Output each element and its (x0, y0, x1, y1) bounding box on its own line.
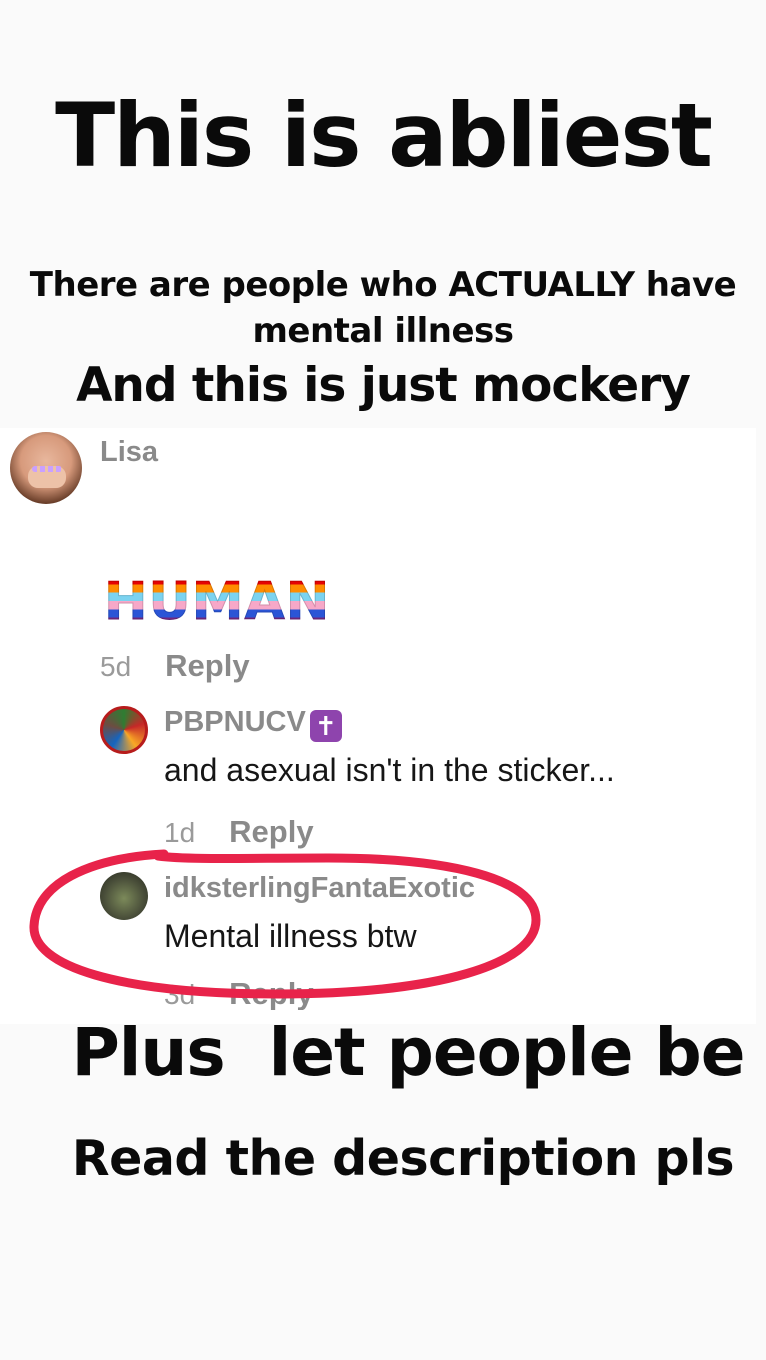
lisa-reply-button[interactable]: Reply (165, 648, 249, 684)
lisa-timestamp: 5d (100, 651, 132, 682)
pbpnucv-comment-text: and asexual isn't in the sticker... (164, 752, 615, 788)
overlay-mockery-caption: And this is just mockery (76, 358, 691, 413)
pbpnucv-username-row[interactable]: PBPNUCV ✝ (164, 706, 342, 742)
overlay-read-caption: Read the description pls (71, 1130, 735, 1187)
lisa-avatar[interactable] (10, 432, 82, 504)
pbpnucv-meta-row: 1d Reply (164, 814, 314, 850)
human-pride-sticker: HUMAN (103, 572, 331, 632)
lisa-meta-row: 5d Reply (100, 648, 250, 684)
overlay-subtitle: There are people who ACTUALLY have menta… (29, 265, 737, 351)
cross-emoji-icon: ✝ (309, 710, 342, 742)
pbpnucv-timestamp: 1d (164, 817, 196, 848)
avatar-nails-detail (32, 466, 62, 472)
pbpnucv-username: PBPNUCV (164, 706, 306, 738)
pbpnucv-avatar[interactable] (100, 706, 148, 754)
pbpnucv-reply-button[interactable]: Reply (229, 814, 313, 850)
overlay-title: This is abliest (55, 84, 713, 187)
red-circle-annotation (29, 849, 541, 999)
overlay-plus-caption: Plus let people be (71, 1014, 745, 1091)
lisa-username[interactable]: Lisa (100, 436, 158, 469)
